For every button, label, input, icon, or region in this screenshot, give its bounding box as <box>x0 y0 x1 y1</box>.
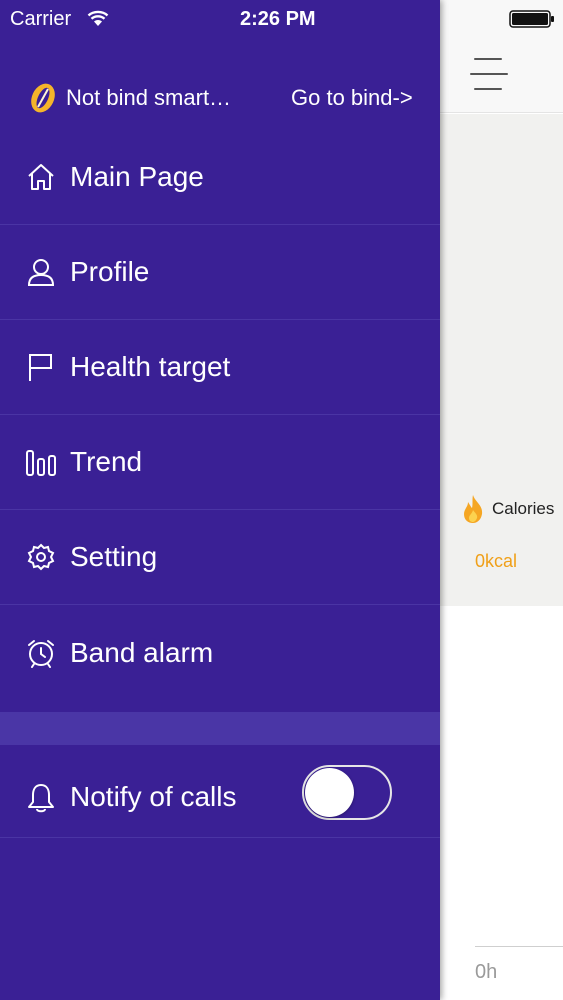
toggle-knob <box>305 768 354 817</box>
section-separator <box>0 712 440 745</box>
menu-item-band-alarm[interactable]: Band alarm <box>0 605 440 700</box>
menu-item-label: Profile <box>70 256 150 287</box>
menu-item-health-target[interactable]: Health target <box>0 320 440 415</box>
menu-item-label: Main Page <box>70 161 204 192</box>
menu-item-label: Health target <box>70 351 231 382</box>
person-icon <box>27 259 55 286</box>
menu-item-profile[interactable]: Profile <box>0 225 440 320</box>
notify-calls-row: Notify of calls <box>0 760 440 838</box>
menu-item-label: Trend <box>70 446 143 477</box>
drawer-menu: Main Page Profile Health target Trend Se… <box>0 130 440 700</box>
bind-device-row: Not bind smart… Go to bind-> <box>28 80 440 116</box>
calories-label: Calories <box>492 499 555 518</box>
go-to-bind-link[interactable]: Go to bind-> <box>291 85 413 111</box>
bind-status-text: Not bind smart… <box>66 85 232 110</box>
status-bar: Carrier 2:26 PM <box>0 0 563 40</box>
carrier-name: Carrier <box>10 8 72 30</box>
gear-icon <box>27 543 55 571</box>
chart-axis-line <box>475 946 563 947</box>
main-page-panel: Calories 0kcal 0h <box>440 0 563 1000</box>
menu-item-trend[interactable]: Trend <box>0 415 440 510</box>
band-logo-icon <box>31 83 55 113</box>
menu-item-setting[interactable]: Setting <box>0 510 440 605</box>
flag-icon <box>29 354 52 381</box>
alarm-clock-icon <box>28 639 54 668</box>
activity-chart: 0h <box>440 606 563 1000</box>
side-drawer: Not bind smart… Go to bind-> Main Page P… <box>0 0 440 1000</box>
menu-item-label: Band alarm <box>70 636 214 668</box>
notify-calls-label: Notify of calls <box>70 781 237 812</box>
chart-axis-start-label: 0h <box>475 961 498 983</box>
calories-label-row: Calories <box>460 494 554 524</box>
bell-icon <box>28 784 54 813</box>
menu-item-label: Setting <box>70 541 158 572</box>
bar-chart-icon <box>26 450 56 476</box>
wifi-icon <box>87 10 109 26</box>
home-icon <box>28 164 54 190</box>
stats-panel: Calories 0kcal <box>440 114 563 606</box>
notify-calls-toggle[interactable] <box>302 765 392 820</box>
calories-value: 0kcal <box>475 551 518 571</box>
status-time: 2:26 PM <box>240 8 316 30</box>
flame-icon <box>464 495 483 523</box>
battery-icon <box>509 10 554 28</box>
menu-item-main-page[interactable]: Main Page <box>0 130 440 225</box>
hamburger-menu-icon[interactable] <box>470 58 508 92</box>
